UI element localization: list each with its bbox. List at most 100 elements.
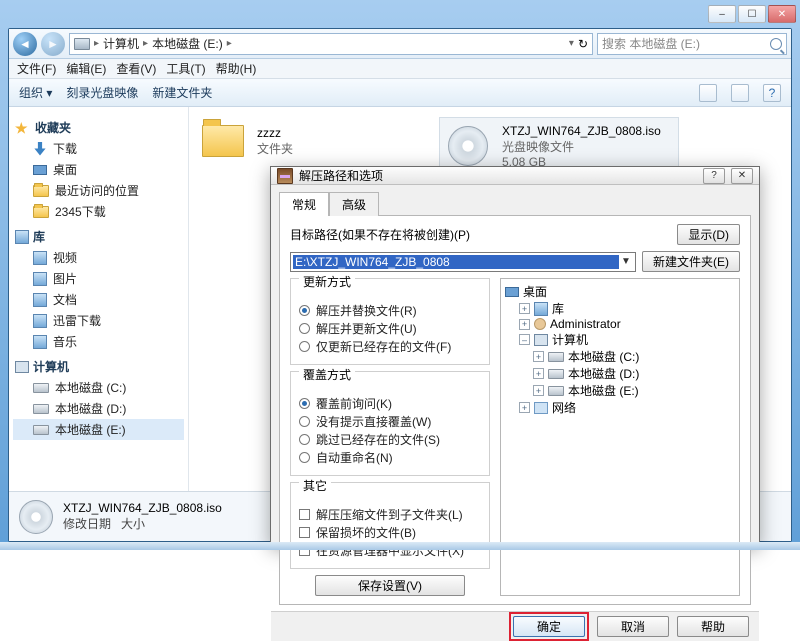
menu-help[interactable]: 帮助(H) [216,60,257,77]
sidebar-item-videos[interactable]: 视频 [13,247,184,268]
tree-node[interactable]: +本地磁盘 (C:) [505,348,735,365]
radio-extract-update[interactable]: 解压并更新文件(U) [299,320,481,337]
library-icon [534,302,548,316]
expand-icon[interactable]: + [533,368,544,379]
check-keep-broken[interactable]: 保留损坏的文件(B) [299,524,481,541]
dialog-help-button[interactable]: ? [703,168,725,184]
drive-icon [548,369,564,379]
tab-general[interactable]: 常规 [279,192,329,216]
list-item[interactable]: zzzz 文件夹 [199,117,419,165]
sidebar-item-pictures[interactable]: 图片 [13,268,184,289]
help-button[interactable]: 帮助 [677,616,749,637]
chevron-down-icon[interactable]: ▼ [619,256,633,267]
menu-edit[interactable]: 编辑(E) [66,60,106,77]
toolbar: 组织 ▾ 刻录光盘映像 新建文件夹 ? [9,79,791,107]
sidebar-item-documents[interactable]: 文档 [13,289,184,310]
file-name: zzzz [257,126,293,140]
tree-node[interactable]: +本地磁盘 (E:) [505,382,735,399]
download-icon [33,142,47,156]
sidebar-head-favorites: 收藏夹 [35,119,71,136]
cancel-button[interactable]: 取消 [597,616,669,637]
refresh-icon[interactable]: ↻ [578,37,588,51]
nav-forward-button[interactable]: ► [41,32,65,56]
window-max-button[interactable]: ☐ [738,5,766,23]
view-options-button[interactable] [699,84,717,102]
sidebar-item-desktop[interactable]: 桌面 [13,159,184,180]
sidebar-item-drive-e[interactable]: 本地磁盘 (E:) [13,419,184,440]
path-label: 目标路径(如果不存在将被创建)(P) [290,226,671,243]
network-icon [534,402,548,414]
radio-ask-overwrite[interactable]: 覆盖前询问(K) [299,395,481,412]
dialog-close-button[interactable]: ✕ [731,168,753,184]
sidebar-item-2345[interactable]: 2345下载 [13,201,184,222]
search-input[interactable]: 搜索 本地磁盘 (E:) [597,33,787,55]
expand-icon[interactable]: + [519,319,530,330]
music-icon [33,335,47,349]
radio-icon [299,452,310,463]
drive-icon [33,404,49,414]
radio-icon [299,323,310,334]
sidebar-item-thunder[interactable]: 迅雷下载 [13,310,184,331]
checkbox-icon [299,527,310,538]
tab-advanced[interactable]: 高级 [329,192,379,216]
other-group: 其它 解压压缩文件到子文件夹(L) 保留损坏的文件(B) 在资源管理器中显示文件… [290,482,490,569]
organize-button[interactable]: 组织 ▾ [19,84,52,101]
chevron-down-icon[interactable]: ▾ [569,38,574,49]
sidebar-item-drive-d[interactable]: 本地磁盘 (D:) [13,398,184,419]
radio-only-existing[interactable]: 仅更新已经存在的文件(F) [299,338,481,355]
burn-button[interactable]: 刻录光盘映像 [66,84,138,101]
computer-icon [15,361,29,373]
tree-node[interactable]: +Administrator [505,317,735,331]
window-close-button[interactable]: ✕ [768,5,796,23]
destination-path-input[interactable]: E:\XTZJ_WIN764_ZJB_0808 ▼ [290,252,636,272]
show-button[interactable]: 显示(D) [677,224,740,245]
save-settings-button[interactable]: 保存设置(V) [315,575,465,596]
menu-tools[interactable]: 工具(T) [166,60,205,77]
group-title: 其它 [299,477,331,494]
help-icon[interactable]: ? [763,84,781,102]
nav-back-button[interactable]: ◄ [13,32,37,56]
ok-button[interactable]: 确定 [513,616,585,637]
dialog-title: 解压路径和选项 [299,167,697,184]
radio-icon [299,398,310,409]
chevron-right-icon: ▸ [143,38,148,49]
breadcrumb[interactable]: 本地磁盘 (E:) [152,35,223,52]
radio-no-prompt[interactable]: 没有提示直接覆盖(W) [299,413,481,430]
sidebar-head-computer: 计算机 [33,358,69,375]
window-min-button[interactable]: – [708,5,736,23]
new-folder-button[interactable]: 新建文件夹(E) [642,251,740,272]
folder-icon [33,185,49,197]
tree-node[interactable]: +本地磁盘 (D:) [505,365,735,382]
tree-node[interactable]: –计算机 [505,331,735,348]
expand-icon[interactable]: + [533,351,544,362]
new-folder-button[interactable]: 新建文件夹 [152,84,212,101]
preview-pane-button[interactable] [731,84,749,102]
sidebar-item-downloads[interactable]: 下载 [13,138,184,159]
overwrite-mode-group: 覆盖方式 覆盖前询问(K) 没有提示直接覆盖(W) 跳过已经存在的文件(S) 自… [290,371,490,476]
radio-icon [299,341,310,352]
radio-auto-rename[interactable]: 自动重命名(N) [299,449,481,466]
address-bar[interactable]: ▸ 计算机 ▸ 本地磁盘 (E:) ▸ ▾ ↻ [69,33,593,55]
computer-icon [534,334,548,346]
search-placeholder: 搜索 本地磁盘 (E:) [602,35,700,52]
expand-icon[interactable]: + [533,385,544,396]
expand-icon[interactable]: + [519,303,530,314]
check-subfolder[interactable]: 解压压缩文件到子文件夹(L) [299,506,481,523]
tree-node[interactable]: +网络 [505,399,735,416]
drive-icon [548,352,564,362]
expand-icon[interactable]: + [519,402,530,413]
extract-dialog: 解压路径和选项 ? ✕ 常规 高级 目标路径(如果不存在将被创建)(P) 显示(… [270,166,760,546]
radio-extract-replace[interactable]: 解压并替换文件(R) [299,302,481,319]
sidebar-item-drive-c[interactable]: 本地磁盘 (C:) [13,377,184,398]
star-icon: ★ [15,121,31,135]
collapse-icon[interactable]: – [519,334,530,345]
sidebar-item-music[interactable]: 音乐 [13,331,184,352]
menu-file[interactable]: 文件(F) [17,60,56,77]
group-title: 更新方式 [299,273,355,290]
menu-view[interactable]: 查看(V) [116,60,156,77]
drive-icon [548,386,564,396]
radio-skip-existing[interactable]: 跳过已经存在的文件(S) [299,431,481,448]
tree-node[interactable]: +库 [505,300,735,317]
breadcrumb[interactable]: 计算机 [103,35,139,52]
sidebar-item-recent[interactable]: 最近访问的位置 [13,180,184,201]
